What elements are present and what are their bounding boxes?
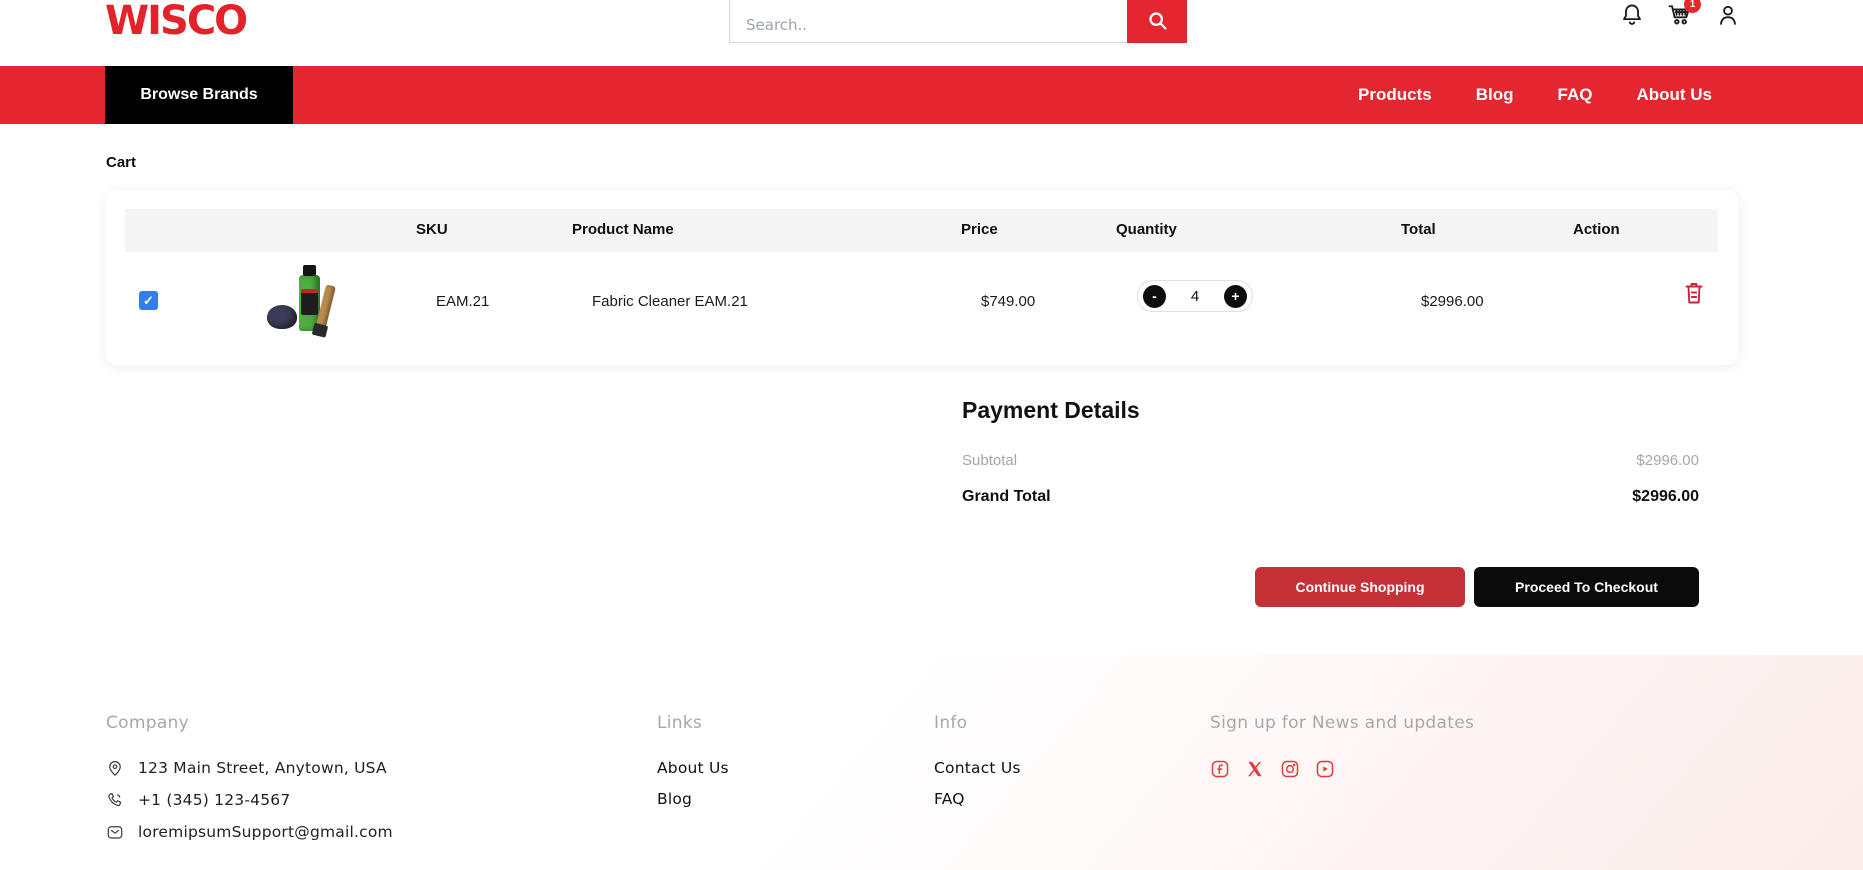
notifications-button[interactable]: [1617, 2, 1647, 32]
delete-item-button[interactable]: [1681, 280, 1707, 308]
cart-badge: 1: [1684, 0, 1701, 13]
footer-links-title: Links: [657, 713, 729, 733]
user-icon: [1715, 2, 1741, 33]
column-header-total: Total: [1401, 221, 1436, 238]
youtube-icon[interactable]: [1315, 759, 1335, 779]
footer-link-contact-us[interactable]: Contact Us: [934, 759, 1021, 777]
cart-table-header: SKU Product Name Price Quantity Total Ac…: [125, 209, 1718, 252]
cart-table-card: SKU Product Name Price Quantity Total Ac…: [105, 190, 1738, 365]
search-bar: [729, 0, 1187, 43]
footer: Company 123 Main Street, Anytown, USA: [0, 655, 1863, 870]
footer-email-text: loremipsumSupport@gmail.com: [138, 823, 393, 841]
footer-phone: +1 (345) 123-4567: [106, 791, 393, 809]
search-input[interactable]: [729, 0, 1127, 43]
footer-email: loremipsumSupport@gmail.com: [106, 823, 393, 841]
bell-icon: [1619, 2, 1645, 33]
nav-link-faq[interactable]: FAQ: [1558, 85, 1593, 104]
x-twitter-icon[interactable]: [1245, 759, 1265, 779]
footer-link-about-us[interactable]: About Us: [657, 759, 729, 777]
product-image: [265, 263, 351, 339]
payment-details-title: Payment Details: [962, 397, 1140, 424]
footer-address-text: 123 Main Street, Anytown, USA: [138, 759, 387, 777]
column-header-sku: SKU: [416, 221, 448, 238]
subtotal-value: $2996.00: [1636, 452, 1699, 469]
proceed-to-checkout-button[interactable]: Proceed To Checkout: [1474, 567, 1699, 607]
quantity-value: 4: [1191, 288, 1199, 305]
footer-links-column: Links About Us Blog: [657, 713, 729, 821]
quantity-stepper: - 4 +: [1137, 280, 1253, 312]
grand-total-value: $2996.00: [1632, 488, 1699, 506]
quantity-increase-button[interactable]: +: [1224, 285, 1247, 308]
column-header-price: Price: [961, 221, 998, 238]
checkout-actions: Continue Shopping Proceed To Checkout: [1255, 567, 1699, 607]
footer-company-title: Company: [106, 713, 393, 733]
wisco-logo[interactable]: WISCO: [105, 0, 246, 44]
footer-info-title: Info: [934, 713, 1021, 733]
item-sku: EAM.21: [436, 293, 489, 310]
mail-icon: [106, 823, 124, 841]
trash-icon: [1682, 294, 1706, 309]
footer-link-faq[interactable]: FAQ: [934, 790, 1021, 808]
phone-icon: [106, 791, 124, 809]
cart-page: WISCO: [0, 0, 1863, 870]
column-header-product-name: Product Name: [572, 221, 674, 238]
facebook-icon[interactable]: [1210, 759, 1230, 779]
instagram-icon[interactable]: [1280, 759, 1300, 779]
search-icon: [1147, 10, 1168, 34]
column-header-action: Action: [1573, 221, 1620, 238]
footer-signup-column: Sign up for News and updates: [1210, 713, 1474, 779]
column-header-quantity: Quantity: [1116, 221, 1177, 238]
continue-shopping-button[interactable]: Continue Shopping: [1255, 567, 1465, 607]
account-button[interactable]: [1713, 2, 1743, 32]
main-navbar: Browse Brands Products Blog FAQ About Us: [0, 66, 1863, 124]
cart-title: Cart: [106, 154, 136, 171]
footer-company-column: Company 123 Main Street, Anytown, USA: [106, 713, 393, 855]
nav-links: Products Blog FAQ About Us: [1358, 66, 1712, 124]
cart-button[interactable]: 1: [1665, 2, 1695, 32]
subtotal-row: Subtotal $2996.00: [962, 452, 1699, 469]
browse-brands-button[interactable]: Browse Brands: [105, 66, 293, 124]
item-name: Fabric Cleaner EAM.21: [592, 293, 748, 310]
footer-info-column: Info Contact Us FAQ: [934, 713, 1021, 821]
header: WISCO: [0, 0, 1863, 66]
item-total: $2996.00: [1421, 293, 1484, 310]
footer-signup-title: Sign up for News and updates: [1210, 713, 1474, 733]
item-price: $749.00: [981, 293, 1035, 310]
nav-link-about-us[interactable]: About Us: [1636, 85, 1712, 104]
nav-link-blog[interactable]: Blog: [1476, 85, 1514, 104]
search-button[interactable]: [1127, 0, 1187, 43]
footer-phone-text: +1 (345) 123-4567: [138, 791, 290, 809]
social-icons: [1210, 759, 1474, 779]
quantity-decrease-button[interactable]: -: [1143, 285, 1166, 308]
grand-total-label: Grand Total: [962, 488, 1051, 506]
footer-address: 123 Main Street, Anytown, USA: [106, 759, 393, 777]
header-icons: 1: [1617, 2, 1743, 32]
nav-link-products[interactable]: Products: [1358, 85, 1432, 104]
footer-link-blog[interactable]: Blog: [657, 790, 729, 808]
location-pin-icon: [106, 759, 124, 777]
subtotal-label: Subtotal: [962, 452, 1017, 469]
grand-total-row: Grand Total $2996.00: [962, 488, 1699, 506]
item-checkbox[interactable]: ✓: [139, 291, 158, 310]
